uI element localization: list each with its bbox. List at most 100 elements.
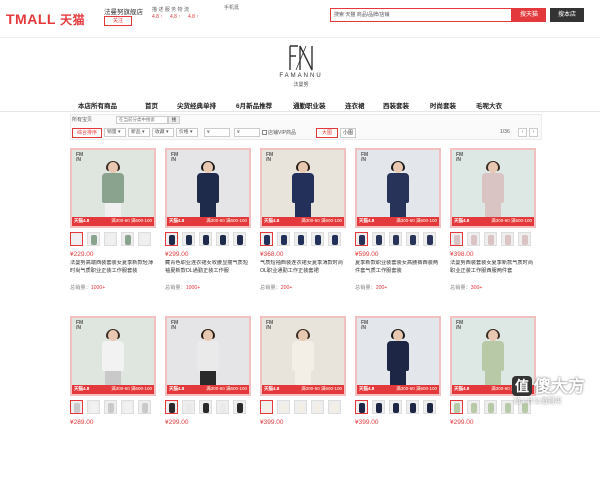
price-from-input[interactable]: ¥ — [204, 128, 230, 137]
product-image[interactable]: FM/N 天猫4.8 满300-60 满600-100 — [355, 316, 441, 396]
nav-new-june[interactable]: 6月新品推荐 — [236, 100, 272, 110]
color-thumbnail[interactable] — [70, 232, 83, 246]
nav-classics[interactable]: 尖货经典单排 — [177, 100, 216, 110]
product-image[interactable]: FM/N 天猫4.8 满300-60 满600-100 — [450, 148, 536, 228]
nav-workwear[interactable]: 通勤职业装 — [293, 100, 326, 110]
color-thumbnail[interactable] — [355, 232, 368, 246]
color-thumbnail[interactable] — [294, 400, 307, 414]
color-thumbnail[interactable] — [406, 232, 419, 246]
filter-search-input[interactable]: 在当前分类中搜索 — [116, 116, 168, 124]
sort-price-dropdown[interactable]: 价格 ▾ — [176, 128, 198, 137]
color-thumbnail[interactable] — [121, 400, 134, 414]
color-thumbnail[interactable] — [165, 232, 178, 246]
color-thumbnail[interactable] — [104, 232, 117, 246]
color-thumbnail[interactable] — [423, 400, 436, 414]
color-thumbnail[interactable] — [450, 232, 463, 246]
color-thumbnail[interactable] — [277, 232, 290, 246]
product-card[interactable]: FM/N 天猫4.8 满300-60 满600-100 ¥299.00 — [165, 316, 251, 478]
nav-all-products[interactable]: 本店所有商品 — [78, 100, 117, 110]
color-thumbnail[interactable] — [216, 400, 229, 414]
shop-name[interactable]: 法曼努旗舰店 — [104, 6, 143, 16]
product-card[interactable]: FM/N 天猫4.8 满300-60 满600-100 ¥289.00 — [70, 316, 156, 478]
product-image[interactable]: FM/N 天猫4.8 满300-60 满600-100 — [165, 316, 251, 396]
sort-fav-dropdown[interactable]: 收藏 ▾ — [152, 128, 174, 137]
next-page-button[interactable]: › — [529, 128, 538, 137]
color-thumbnail[interactable] — [328, 232, 341, 246]
color-thumbnail[interactable] — [355, 400, 368, 414]
search-tmall-button[interactable]: 搜天猫 — [512, 8, 546, 22]
color-thumbnail[interactable] — [70, 400, 83, 414]
color-thumbnail[interactable] — [260, 400, 273, 414]
vip-checkbox[interactable] — [262, 130, 267, 135]
product-title[interactable]: 法曼努西装套装女夏季新款气质时尚职业正装工作服西服两件套 — [450, 260, 536, 282]
color-thumbnail[interactable] — [233, 232, 246, 246]
product-title[interactable]: 藏青色职业连衣裙女收腰显瘦气质短袖夏新款OL通勤正装工作服 — [165, 260, 251, 282]
color-thumbnail[interactable] — [121, 232, 134, 246]
color-thumbnail[interactable] — [87, 232, 100, 246]
product-title[interactable]: 气质短袖西装连衣裙女夏季薄款时尚OL职业通勤工作正装套裙 — [260, 260, 346, 282]
color-thumbnail[interactable] — [199, 400, 212, 414]
color-thumbnail[interactable] — [294, 232, 307, 246]
color-thumbnail[interactable] — [199, 232, 212, 246]
color-thumbnail[interactable] — [372, 400, 385, 414]
color-thumbnail[interactable] — [260, 232, 273, 246]
sort-default-button[interactable]: 综合排序 — [72, 128, 102, 138]
color-thumbnail[interactable] — [467, 400, 480, 414]
product-card[interactable]: FM/N 天猫4.8 满300-60 满600-100 ¥299.00 藏青色职… — [165, 148, 251, 310]
color-thumbnail[interactable] — [277, 400, 290, 414]
color-thumbnail[interactable] — [311, 232, 324, 246]
color-thumbnail[interactable] — [389, 232, 402, 246]
search-input[interactable] — [331, 9, 509, 20]
color-thumbnail[interactable] — [484, 400, 497, 414]
color-thumbnail[interactable] — [389, 400, 402, 414]
nav-coats[interactable]: 毛呢大衣 — [476, 100, 502, 110]
nav-dresses[interactable]: 连衣裙 — [345, 100, 365, 110]
filter-search-button[interactable]: 搜 — [168, 116, 180, 124]
nav-fashion-sets[interactable]: 时尚套装 — [430, 100, 456, 110]
product-title[interactable] — [355, 428, 441, 450]
product-image[interactable]: FM/N 天猫4.8 满300-60 满600-100 — [70, 148, 156, 228]
color-thumbnail[interactable] — [501, 232, 514, 246]
sort-sales-dropdown[interactable]: 销量 ▾ — [104, 128, 126, 137]
product-card[interactable]: FM/N 天猫4.8 满300-60 满600-100 ¥399.00 — [260, 316, 346, 478]
color-thumbnail[interactable] — [233, 400, 246, 414]
product-image[interactable]: FM/N 天猫4.8 满300-60 满600-100 — [260, 316, 346, 396]
tmall-logo[interactable]: TMALL 天猫 — [6, 11, 85, 28]
color-thumbnail[interactable] — [406, 400, 419, 414]
color-thumbnail[interactable] — [372, 232, 385, 246]
search-shop-button[interactable]: 搜本店 — [550, 8, 584, 22]
product-card[interactable]: FM/N 天猫4.8 满300-60 满600-100 ¥398.00 法曼努西… — [450, 148, 536, 310]
product-title[interactable]: 夏季新款职业装套装女高腰裤西装两件套气质工作服套装 — [355, 260, 441, 282]
color-thumbnail[interactable] — [182, 400, 195, 414]
view-large-button[interactable]: 大图 — [316, 128, 338, 138]
color-thumbnail[interactable] — [518, 232, 531, 246]
color-thumbnail[interactable] — [311, 400, 324, 414]
color-thumbnail[interactable] — [138, 232, 151, 246]
color-thumbnail[interactable] — [423, 232, 436, 246]
price-to-input[interactable]: ¥ — [234, 128, 260, 137]
product-card[interactable]: FM/N 天猫4.8 满300-60 满600-100 ¥229.00 法曼努高… — [70, 148, 156, 310]
sort-new-dropdown[interactable]: 新品 ▾ — [128, 128, 150, 137]
color-thumbnail[interactable] — [328, 400, 341, 414]
product-title[interactable] — [165, 428, 251, 450]
product-title[interactable] — [260, 428, 346, 450]
color-thumbnail[interactable] — [104, 400, 117, 414]
color-thumbnail[interactable] — [87, 400, 100, 414]
product-image[interactable]: FM/N 天猫4.8 满300-60 满600-100 — [260, 148, 346, 228]
color-thumbnail[interactable] — [467, 232, 480, 246]
color-thumbnail[interactable] — [484, 232, 497, 246]
product-image[interactable]: FM/N 天猫4.8 满300-60 满600-100 — [165, 148, 251, 228]
nav-home[interactable]: 首页 — [145, 100, 158, 110]
nav-suits[interactable]: 西装套装 — [383, 100, 409, 110]
view-small-button[interactable]: 小图 — [340, 128, 356, 138]
color-thumbnail[interactable] — [216, 232, 229, 246]
product-title[interactable] — [70, 428, 156, 450]
color-thumbnail[interactable] — [182, 232, 195, 246]
product-card[interactable]: FM/N 天猫4.8 满300-60 满600-100 ¥399.00 — [355, 316, 441, 478]
color-thumbnail[interactable] — [450, 400, 463, 414]
color-thumbnail[interactable] — [501, 400, 514, 414]
product-title[interactable] — [450, 428, 536, 450]
follow-button[interactable]: 关注 — [104, 16, 132, 26]
product-card[interactable]: FM/N 天猫4.8 满300-60 满600-100 ¥368.00 气质短袖… — [260, 148, 346, 310]
mobile-link[interactable]: 手机逛 — [224, 5, 242, 11]
